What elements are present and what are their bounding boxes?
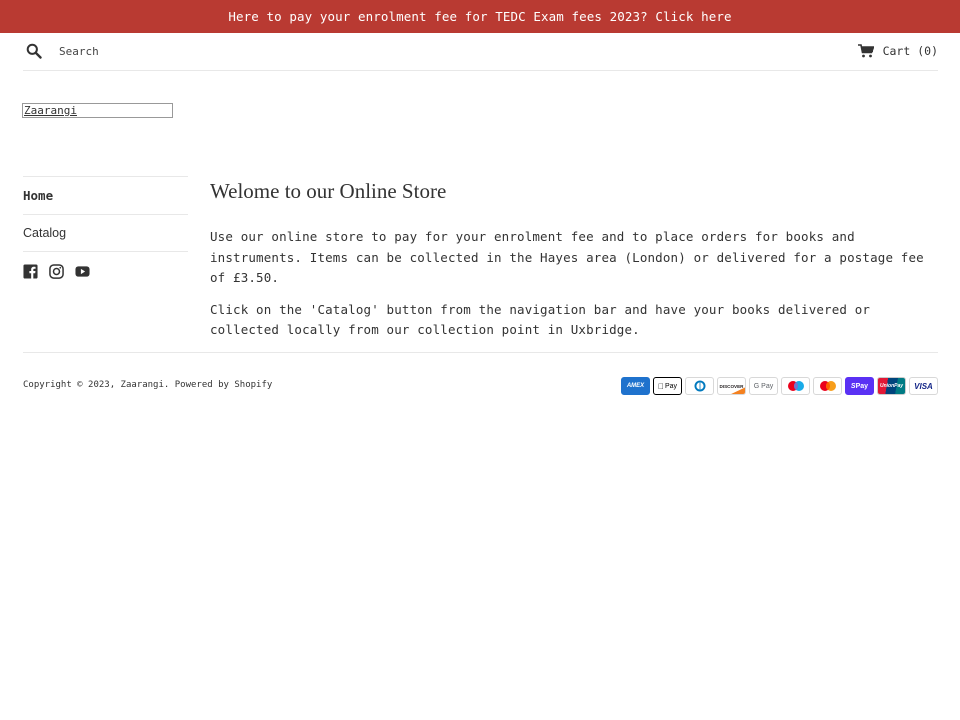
amex-icon: AMEX — [621, 377, 650, 395]
main-content: Welome to our Online Store Use our onlin… — [210, 176, 938, 341]
powered-by-link[interactable]: Powered by Shopify — [175, 380, 273, 390]
copyright: Copyright © 2023, Zaarangi. Powered by S… — [23, 380, 272, 390]
visa-icon: VISA — [909, 377, 938, 395]
maestro-icon — [781, 377, 810, 395]
mastercard-icon — [813, 377, 842, 395]
store-logo[interactable]: Zaarangi — [22, 103, 173, 118]
search-input[interactable] — [59, 42, 359, 60]
nav-item-catalog[interactable]: Catalog — [23, 214, 188, 252]
union-pay-label: UnionPay — [879, 383, 904, 389]
page-title: Welome to our Online Store — [210, 179, 447, 203]
apple-pay-icon: Pay — [653, 377, 682, 395]
cart-count: (0) — [917, 44, 938, 58]
shop-pay-icon: S Pay — [845, 377, 874, 395]
visa-label: VISA — [914, 381, 933, 391]
payment-icons: AMEX Pay DISCOVER G Pay SPay UnionPay V… — [621, 377, 938, 395]
catalog-paragraph: Click on the 'Catalog' button from the n… — [210, 301, 871, 338]
cart-label: Cart — [882, 44, 911, 58]
site-footer: Copyright © 2023, Zaarangi. Powered by S… — [23, 352, 938, 398]
google-pay-icon: G Pay — [749, 377, 778, 395]
site-header: Cart (0) — [23, 33, 938, 71]
cart-link[interactable]: Cart (0) — [857, 43, 938, 59]
footer-store-link[interactable]: Zaarangi — [121, 380, 164, 390]
copyright-text: Copyright © 2023, — [23, 380, 116, 390]
diners-club-icon — [685, 377, 714, 395]
sidebar-nav: Home Catalog — [23, 176, 188, 279]
cart-icon — [857, 44, 874, 58]
google-pay-label: G Pay — [753, 382, 774, 390]
facebook-icon[interactable] — [23, 264, 38, 279]
instagram-icon[interactable] — [49, 264, 64, 279]
intro-paragraph: Use our online store to pay for your enr… — [210, 229, 924, 285]
discover-icon: DISCOVER — [717, 377, 746, 395]
search-icon[interactable] — [26, 43, 42, 59]
youtube-icon[interactable] — [75, 264, 90, 279]
union-pay-icon: UnionPay — [877, 377, 906, 395]
shop-pay-label: Pay — [855, 382, 869, 390]
amex-label: AMEX — [626, 383, 645, 389]
apple-pay-label: Pay — [661, 382, 677, 390]
social-links — [23, 264, 90, 279]
copyright-separator: . — [163, 380, 170, 390]
nav-item-home[interactable]: Home — [23, 176, 188, 214]
announcement-bar-link[interactable]: Here to pay your enrolment fee for TEDC … — [0, 0, 960, 33]
